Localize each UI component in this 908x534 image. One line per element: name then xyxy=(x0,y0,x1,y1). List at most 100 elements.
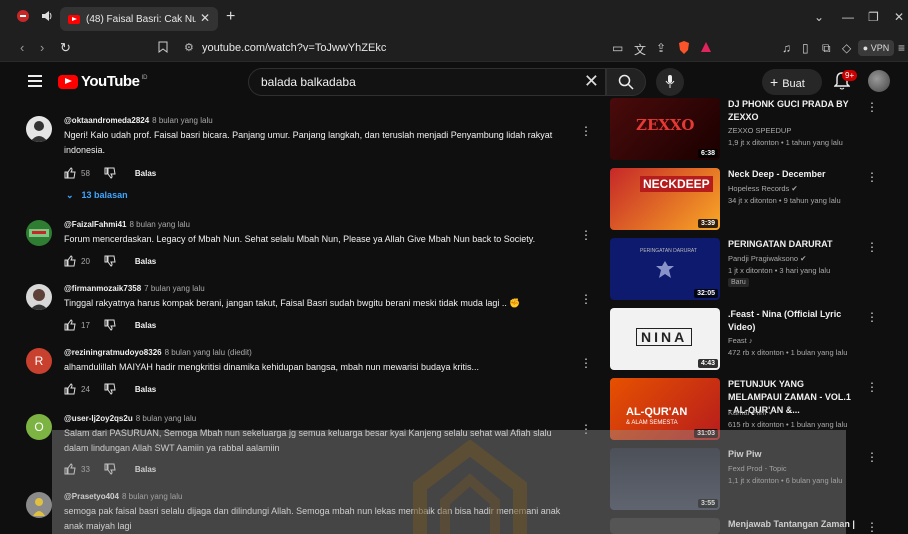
voice-search-button[interactable] xyxy=(656,68,684,96)
video-menu-icon[interactable]: ⋮ xyxy=(866,240,878,254)
vpn-button[interactable]: ● VPN xyxy=(858,40,894,56)
video-title[interactable]: DJ PHONK GUCI PRADA BY ZEXXO xyxy=(728,98,856,124)
avatar[interactable]: O xyxy=(26,414,52,440)
tab-audio-icon[interactable] xyxy=(38,9,56,25)
video-menu-icon[interactable]: ⋮ xyxy=(866,380,878,394)
comment-menu-icon[interactable]: ⋮ xyxy=(580,124,592,138)
cast-icon[interactable]: ▭ xyxy=(612,41,623,55)
channel-name[interactable]: Pandji Pragiwaksono ✔ xyxy=(728,254,806,263)
brave-shield-icon[interactable] xyxy=(678,41,690,57)
video-title[interactable]: .Feast - Nina (Official Lyric Video) xyxy=(728,308,856,334)
like-icon[interactable] xyxy=(64,383,76,395)
avatar[interactable]: R xyxy=(26,348,52,374)
youtube-logo[interactable]: YouTube ID xyxy=(58,73,147,90)
video-thumbnail[interactable]: PERINGATAN DARURAT 32:05 xyxy=(610,238,720,300)
dislike-icon[interactable] xyxy=(104,255,116,267)
minimize-button[interactable]: — xyxy=(842,10,854,24)
comment-author[interactable]: @user-lj2oy2qs2u 8 bulan yang lalu xyxy=(64,414,196,423)
author-name[interactable]: @user-lj2oy2qs2u xyxy=(64,414,133,423)
translate-icon[interactable]: 文 xyxy=(634,41,646,58)
reply-button[interactable]: Balas xyxy=(135,257,156,266)
view-replies-button[interactable]: ⌄ 13 balasan xyxy=(66,190,128,201)
video-title[interactable]: PERINGATAN DARURAT xyxy=(728,238,856,251)
video-menu-icon[interactable]: ⋮ xyxy=(866,520,878,534)
browser-menu-icon[interactable] xyxy=(14,9,32,25)
music-icon[interactable]: ♫ xyxy=(782,41,791,55)
video-menu-icon[interactable]: ⋮ xyxy=(866,100,878,114)
maximize-button[interactable]: ❐ xyxy=(868,10,879,24)
channel-name[interactable]: Kamar Film ✔ xyxy=(728,408,775,417)
video-card[interactable]: ZEXXO 6:38 DJ PHONK GUCI PRADA BY ZEXXO … xyxy=(610,98,900,162)
comment-time[interactable]: 8 bulan yang lalu xyxy=(152,116,213,125)
close-tab-icon[interactable]: ✕ xyxy=(200,11,210,25)
new-tab-button[interactable]: + xyxy=(226,9,235,25)
video-thumbnail[interactable]: ZEXXO 6:38 xyxy=(610,98,720,160)
reload-button[interactable]: ↻ xyxy=(60,40,71,56)
comment-menu-icon[interactable]: ⋮ xyxy=(580,228,592,242)
search-box[interactable]: balada balkadaba ✕ xyxy=(248,68,606,96)
search-button[interactable] xyxy=(606,68,646,96)
browser-menu-button[interactable]: ≡ xyxy=(898,41,905,55)
like-icon[interactable] xyxy=(64,255,76,267)
back-button[interactable]: ‹ xyxy=(20,40,24,55)
video-card[interactable]: NECKDEEP 3:39 Neck Deep - December Hopel… xyxy=(610,168,900,232)
reply-button[interactable]: Balas xyxy=(135,385,156,394)
comment-menu-icon[interactable]: ⋮ xyxy=(580,356,592,370)
browser-tab[interactable]: (48) Faisal Basri: Cak Nun Selalu... ✕ xyxy=(60,7,218,31)
dislike-icon[interactable] xyxy=(104,167,116,179)
avatar[interactable] xyxy=(26,492,52,518)
like-icon[interactable] xyxy=(64,319,76,331)
dislike-icon[interactable] xyxy=(104,383,116,395)
channel-label[interactable]: Hopeless Records xyxy=(728,184,789,193)
comment-time[interactable]: 8 bulan yang lalu (diedit) xyxy=(165,348,252,357)
avatar[interactable] xyxy=(26,116,52,142)
video-thumbnail[interactable]: NINA 4:43 xyxy=(610,308,720,370)
url-field[interactable]: ⚙ youtube.com/watch?v=ToJwwYhZEkc xyxy=(180,39,590,57)
comment-time[interactable]: 7 bulan yang lalu xyxy=(144,284,205,293)
create-button[interactable]: + Buat xyxy=(762,69,822,95)
forward-button[interactable]: › xyxy=(40,40,44,55)
avatar[interactable] xyxy=(26,220,52,246)
comment-menu-icon[interactable]: ⋮ xyxy=(580,292,592,306)
tab-search-icon[interactable]: ⌄ xyxy=(814,10,824,24)
dislike-icon[interactable] xyxy=(104,319,116,331)
bookmark-icon[interactable] xyxy=(158,41,168,56)
close-window-button[interactable]: ✕ xyxy=(894,10,904,24)
author-name[interactable]: @oktaandromeda2824 xyxy=(64,116,149,125)
rewards-icon[interactable] xyxy=(700,41,712,56)
guide-menu-icon[interactable] xyxy=(28,75,42,87)
author-name[interactable]: @reziningratmudoyo8326 xyxy=(64,348,162,357)
comment-author[interactable]: @reziningratmudoyo8326 8 bulan yang lalu … xyxy=(64,348,252,357)
comment-time[interactable]: 8 bulan yang lalu xyxy=(130,220,191,229)
extensions-icon[interactable]: ◇ xyxy=(842,41,851,55)
video-menu-icon[interactable]: ⋮ xyxy=(866,310,878,324)
comment-author[interactable]: @FaizalFahmi41 8 bulan yang lalu xyxy=(64,220,190,229)
video-menu-icon[interactable]: ⋮ xyxy=(866,450,878,464)
author-name[interactable]: @firmanmozaik7358 xyxy=(64,284,141,293)
channel-name[interactable]: ZEXXO SPEEDUP xyxy=(728,126,791,135)
channel-label[interactable]: Kamar Film xyxy=(728,408,766,417)
share-icon[interactable]: ⇪ xyxy=(656,41,666,55)
video-title[interactable]: Neck Deep - December xyxy=(728,168,856,181)
comment-author[interactable]: @oktaandromeda2824 8 bulan yang lalu xyxy=(64,116,213,125)
site-settings-icon[interactable]: ⚙ xyxy=(184,39,194,57)
video-card[interactable]: PERINGATAN DARURAT 32:05 PERINGATAN DARU… xyxy=(610,238,900,302)
author-name[interactable]: @FaizalFahmi41 xyxy=(64,220,127,229)
video-card[interactable]: NINA 4:43 .Feast - Nina (Official Lyric … xyxy=(610,308,900,372)
comment-author[interactable]: @firmanmozaik7358 7 bulan yang lalu xyxy=(64,284,205,293)
account-avatar[interactable] xyxy=(868,70,890,92)
sidebar-icon[interactable]: ▯ xyxy=(802,41,809,55)
wallet-icon[interactable]: ⧉ xyxy=(822,41,831,56)
clear-search-icon[interactable]: ✕ xyxy=(584,71,599,92)
video-thumbnail[interactable]: NECKDEEP 3:39 xyxy=(610,168,720,230)
channel-label[interactable]: Feast xyxy=(728,336,747,345)
search-input[interactable]: balada balkadaba xyxy=(261,75,356,89)
like-icon[interactable] xyxy=(64,167,76,179)
reply-button[interactable]: Balas xyxy=(135,321,156,330)
channel-name[interactable]: Feast ♪ xyxy=(728,336,753,345)
avatar[interactable] xyxy=(26,284,52,310)
video-menu-icon[interactable]: ⋮ xyxy=(866,170,878,184)
comment-time[interactable]: 8 bulan yang lalu xyxy=(136,414,197,423)
channel-name[interactable]: Hopeless Records ✔ xyxy=(728,184,798,193)
reply-button[interactable]: Balas xyxy=(135,169,156,178)
